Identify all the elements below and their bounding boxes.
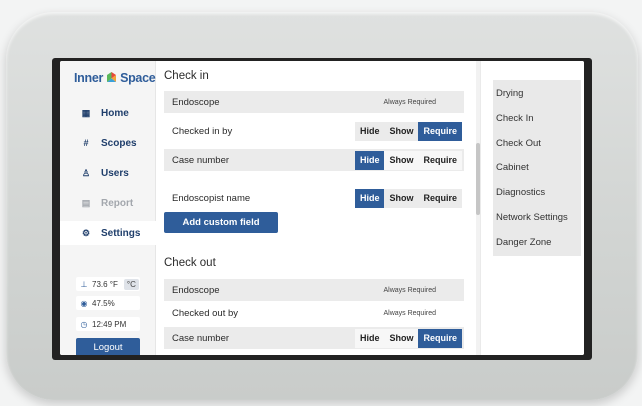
checkout-title: Check out [164,257,216,269]
settings-section-list: Drying Check In Check Out Cabinet Diagno… [493,80,581,256]
checkin-row-endoscopist-name: Endoscopist name Hide Show Require [164,187,464,209]
require-option[interactable]: Require [418,188,462,208]
always-required-text: Always Required [383,286,436,294]
clock-value: 12:49 PM [92,319,127,329]
show-option[interactable]: Show [384,121,419,141]
checkin-row-case-number: Case number Hide Show Require [164,149,464,171]
sidebar-item-label: Users [101,167,129,179]
clock-readout: ◷ 12:49 PM [76,317,140,331]
logo-text-inner: Inner [74,71,104,85]
field-label: Case number [172,332,230,344]
logo-text-space: Space [120,71,156,85]
logo-flower-icon [104,71,119,86]
hide-option[interactable]: Hide [354,188,385,208]
section-link-network-settings[interactable]: Network Settings [496,212,568,223]
checkout-row-endoscope: Endoscope Always Required [164,279,464,301]
gear-icon: ⚙ [81,227,91,238]
checkout-row-case-number: Case number Hide Show Require [164,327,464,349]
section-link-diagnostics[interactable]: Diagnostics [496,187,545,198]
sidebar-item-scopes[interactable]: # Scopes [60,131,156,155]
always-required-text: Always Required [383,309,436,317]
checkout-row-checked-out-by: Checked out by Always Required [164,302,464,324]
section-link-danger-zone[interactable]: Danger Zone [496,237,551,248]
sidebar-item-report[interactable]: ▤ Report [60,191,156,215]
checkin-row-endoscope: Endoscope Always Required [164,91,464,113]
section-link-check-in[interactable]: Check In [496,113,534,124]
add-custom-field-button[interactable]: Add custom field [164,212,278,233]
settings-content: Check in Endoscope Always Required Check… [156,61,480,355]
hashtag-icon: # [83,138,89,148]
show-option[interactable]: Show [384,188,419,208]
show-option[interactable]: Show [384,328,419,348]
hide-option[interactable]: Hide [354,121,385,141]
require-option[interactable]: Require [418,150,462,170]
field-label: Case number [172,154,230,166]
section-link-check-out[interactable]: Check Out [496,138,541,149]
field-label: Endoscope [172,96,220,108]
device-screen: Inner Space ▦ Home # Scopes ♙ Users ▤ Re… [60,61,584,355]
visibility-selector: Hide Show Require [354,121,462,141]
field-label: Endoscope [172,284,220,296]
humidity-value: 47.5% [92,298,115,308]
temperature-readout: ⊥ 73.6 °F °C [76,277,140,291]
require-option[interactable]: Require [418,121,462,141]
sidebar-item-label: Settings [101,227,141,239]
humidity-readout: ◉ 47.5% [76,296,140,310]
report-icon: ▤ [81,197,91,208]
sidebar-item-settings[interactable]: ⚙ Settings [60,221,156,245]
celsius-toggle[interactable]: °C [123,278,139,290]
checkin-row-checked-in-by: Checked in by Hide Show Require [164,120,464,142]
clock-icon: ◷ [80,319,88,329]
sidebar-item-home[interactable]: ▦ Home [60,101,156,125]
field-label: Checked in by [172,125,233,137]
hide-option[interactable]: Hide [354,150,385,170]
require-option[interactable]: Require [418,328,462,348]
visibility-selector: Hide Show Require [354,188,462,208]
sidebar-item-label: Scopes [101,137,137,149]
sidebar-item-label: Report [101,197,134,209]
droplet-icon: ◉ [80,298,88,308]
grid-icon: ▦ [81,107,91,118]
field-label: Checked out by [172,307,239,319]
sidebar-item-users[interactable]: ♙ Users [60,161,156,185]
temperature-value: 73.6 °F [92,279,118,289]
user-icon: ♙ [81,167,91,178]
field-label: Endoscopist name [172,192,251,204]
hide-option[interactable]: Hide [354,328,385,348]
always-required-text: Always Required [383,98,436,106]
section-link-cabinet[interactable]: Cabinet [496,162,529,173]
sidebar-item-label: Home [101,107,129,119]
logout-button[interactable]: Logout [76,338,140,355]
sidebar: Inner Space ▦ Home # Scopes ♙ Users ▤ Re… [60,61,156,355]
settings-sections-panel: Drying Check In Check Out Cabinet Diagno… [480,61,584,355]
checkin-title: Check in [164,70,209,82]
logo: Inner Space [74,69,156,87]
visibility-selector: Hide Show Require [354,328,462,348]
section-link-drying[interactable]: Drying [496,88,523,99]
thermometer-icon: ⊥ [80,279,88,289]
show-option[interactable]: Show [384,150,419,170]
visibility-selector: Hide Show Require [354,150,462,170]
